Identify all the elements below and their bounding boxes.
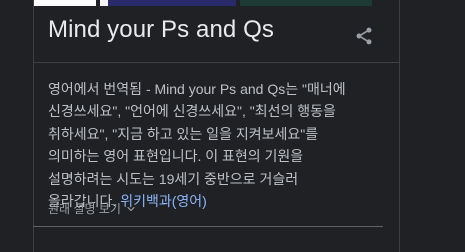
knowledge-panel: Mind your Ps and Qs 영어에서 번역됨 - Mind your… <box>0 0 465 252</box>
chevron-down-icon <box>127 206 135 211</box>
title-divider <box>33 62 399 63</box>
section-divider <box>33 226 383 227</box>
image-thumbnail[interactable] <box>34 0 96 6</box>
image-thumbnail[interactable] <box>240 0 372 6</box>
description-text: 영어에서 번역됨 - Mind your Ps and Qs는 "매너에 신경쓰… <box>48 81 346 210</box>
panel-border-left <box>33 0 34 252</box>
share-icon <box>356 27 372 45</box>
share-button[interactable] <box>350 22 378 50</box>
panel-title: Mind your Ps and Qs <box>48 16 274 43</box>
image-thumbnail[interactable] <box>100 0 108 6</box>
show-original-description-button[interactable]: 원래 설명 보기 <box>48 200 137 217</box>
image-thumbnail-strip[interactable] <box>34 0 372 6</box>
panel-border-right <box>399 0 400 252</box>
show-original-label: 원래 설명 보기 <box>48 202 121 216</box>
panel-description: 영어에서 번역됨 - Mind your Ps and Qs는 "매너에 신경쓰… <box>48 78 370 212</box>
image-thumbnail[interactable] <box>108 0 236 6</box>
